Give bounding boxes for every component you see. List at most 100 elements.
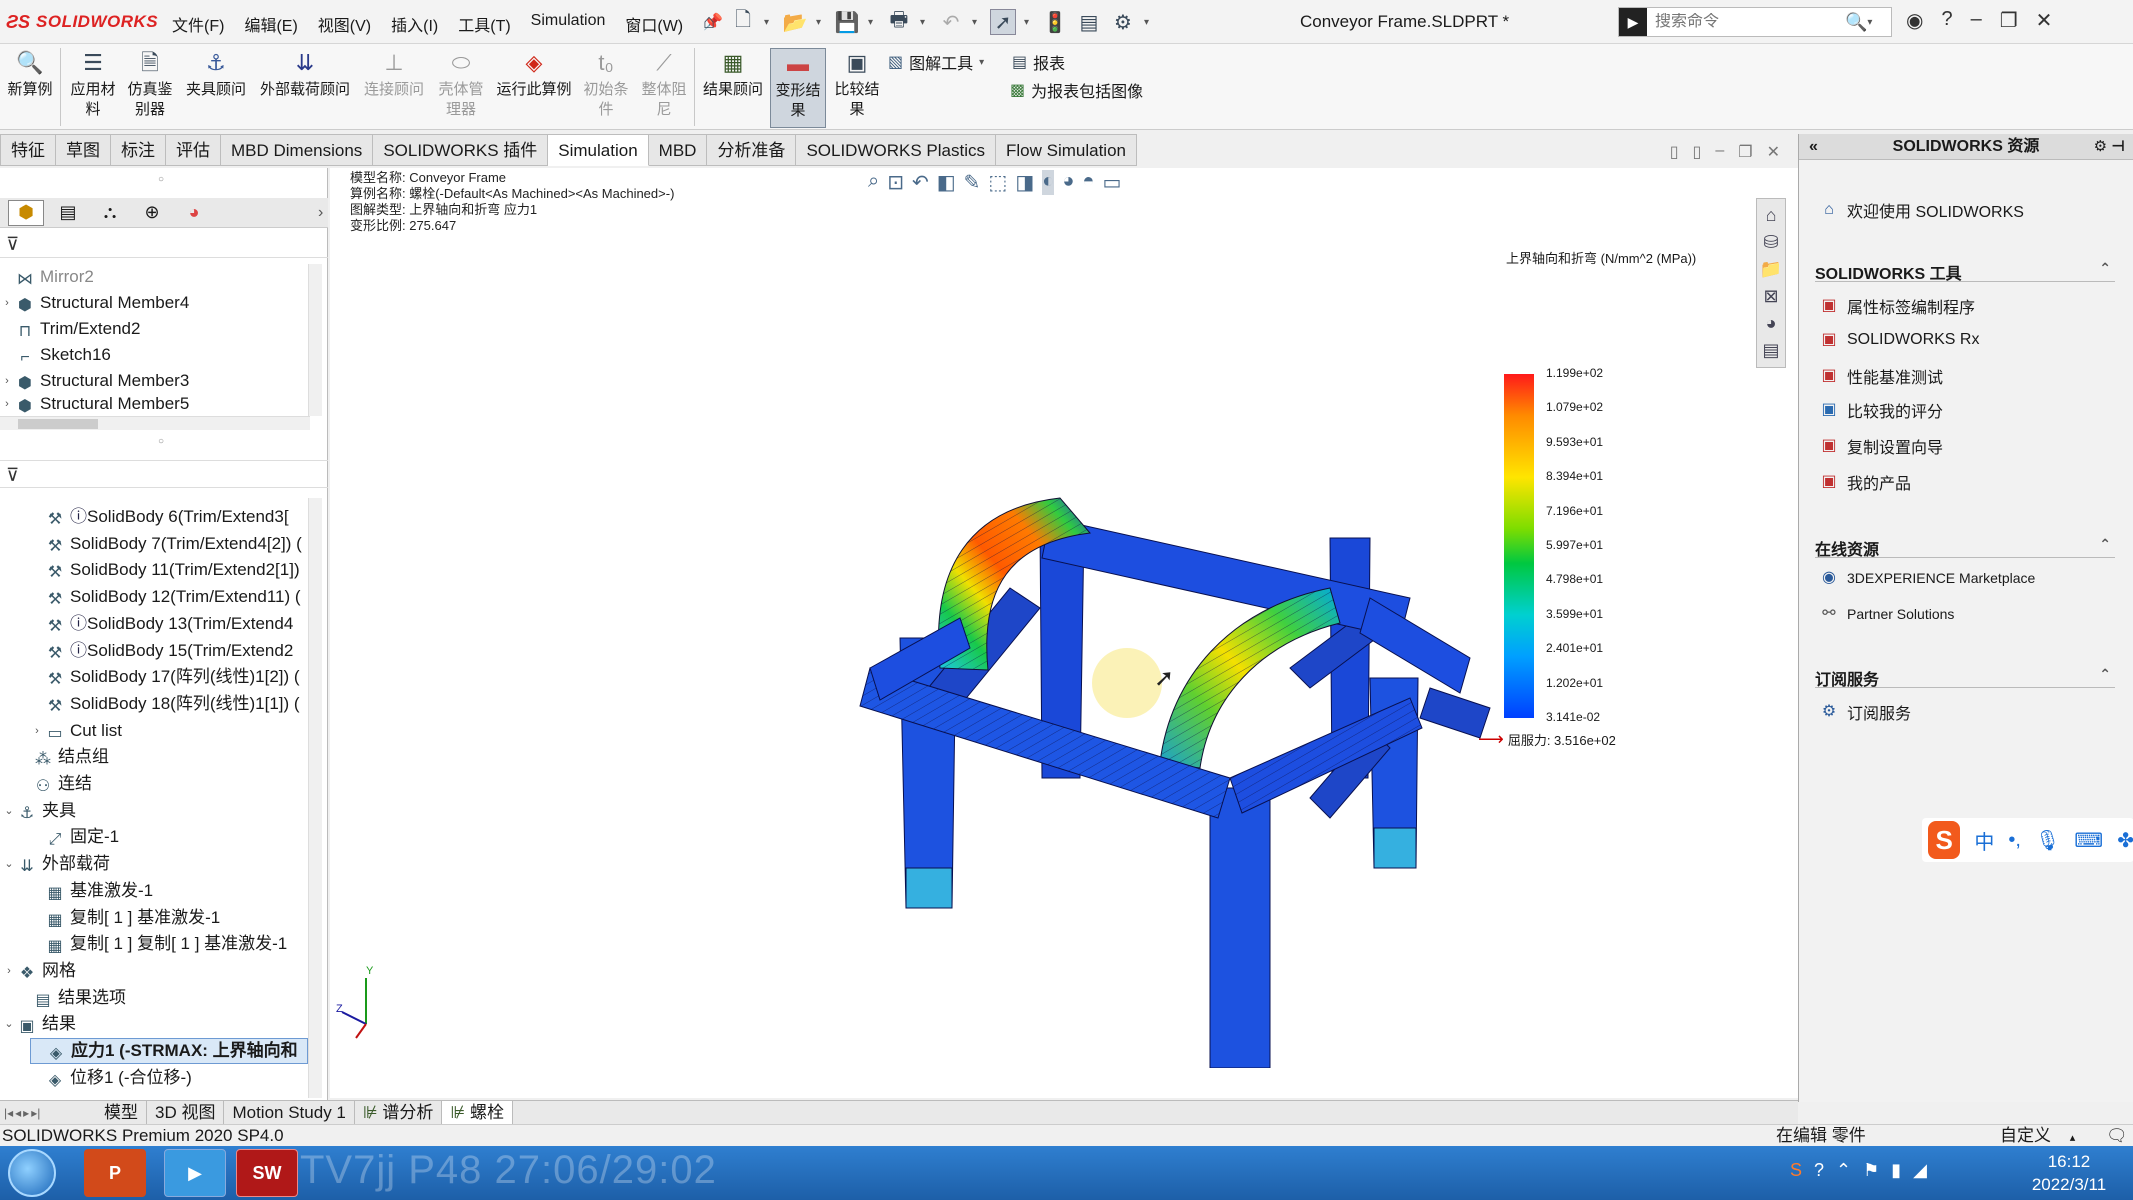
sim-tree-item[interactable]: ◈ 位移1 (-合位移-) xyxy=(30,1065,192,1091)
battery-icon[interactable]: ▮ xyxy=(1891,1160,1901,1181)
expand-icon[interactable]: › xyxy=(2,958,16,984)
menu-insert[interactable]: 插入(I) xyxy=(381,12,448,36)
sim-tree-item[interactable]: ⚒ SolidBody 18(阵列(线性)1[1]) ( xyxy=(30,691,300,717)
sim-tree-item[interactable]: ⚇ 连结 xyxy=(18,771,92,797)
chevron-down-icon[interactable]: ▾ xyxy=(920,17,930,28)
gear-icon[interactable]: ⚙ xyxy=(1110,9,1136,35)
sim-tree-item[interactable]: ▤ 结果选项 xyxy=(18,985,126,1011)
chevron-down-icon[interactable]: ▾ xyxy=(1144,17,1154,28)
user-icon[interactable]: ◉ xyxy=(1906,8,1923,33)
start-button[interactable] xyxy=(8,1149,56,1197)
sim-tree-item[interactable]: ⚒ SolidBody 12(Trim/Extend11) ( xyxy=(30,584,301,610)
tab-scroll-buttons[interactable]: |◂ ◂ ▸ ▸| xyxy=(0,1102,96,1124)
chevron-down-icon[interactable]: ▾ xyxy=(979,57,989,68)
sim-tree-item[interactable]: ◈ 应力1 (-STRMAX: 上界轴向和 xyxy=(30,1038,308,1064)
subscription-section-header[interactable]: 订阅服务 ⌃ xyxy=(1815,666,2115,689)
new-study-button[interactable]: 🔍 新算例 xyxy=(4,48,56,100)
sim-tree-item[interactable]: › ❖ 网格 xyxy=(2,958,76,984)
splitter-handle[interactable]: ○ xyxy=(158,174,164,185)
compare-results-button[interactable]: ▣ 比较结果 xyxy=(830,48,884,120)
partner-solutions-link[interactable]: ⚯ Partner Solutions xyxy=(1819,604,1954,624)
tab-simulation[interactable]: Simulation xyxy=(548,134,649,166)
input-method-toolbar[interactable]: S 中 •, 🎙 ⌨ ✤ xyxy=(1922,818,2133,862)
plot-tools-button[interactable]: ▧ 图解工具 ▾ xyxy=(888,50,989,74)
tool-property-tab-builder[interactable]: ▣ 属性标签编制程序 xyxy=(1819,294,1975,318)
property-manager-icon[interactable]: ▤ xyxy=(50,200,86,226)
tab-sketch[interactable]: 草图 xyxy=(56,134,111,166)
previous-view-icon[interactable]: ↶ xyxy=(912,170,929,195)
tree-item[interactable]: ⊓ Trim/Extend2 xyxy=(0,316,141,342)
tree-item[interactable]: › ⬢ Structural Member4 xyxy=(0,290,189,316)
view-palette-icon[interactable]: ⊠ xyxy=(1763,286,1778,307)
tree-item[interactable]: ⋈ Mirror2 xyxy=(0,264,94,290)
sim-tree-item[interactable]: ⤢ 固定-1 xyxy=(30,824,120,850)
split-view-icon[interactable]: ▯ xyxy=(1693,142,1702,162)
minimize-icon[interactable]: – xyxy=(1715,142,1724,162)
tab-addins[interactable]: SOLIDWORKS 插件 xyxy=(373,134,549,166)
chevron-down-icon[interactable]: ▾ xyxy=(764,17,774,28)
chevron-down-icon[interactable]: ▾ xyxy=(1867,17,1877,28)
initial-conditions-button[interactable]: t₀ 初始条件 xyxy=(580,48,632,120)
view-settings-icon[interactable]: ▭ xyxy=(1103,170,1122,195)
solidworks-app-icon[interactable]: SW xyxy=(236,1149,298,1197)
chevron-up-icon[interactable]: ⌃ xyxy=(2099,536,2111,553)
fixtures-advisor-button[interactable]: ⚓ 夹具顾问 xyxy=(184,48,248,100)
chevron-down-icon[interactable]: ▾ xyxy=(816,17,826,28)
expand-icon[interactable]: ⌄ xyxy=(2,798,16,824)
design-library-icon[interactable]: ⛁ xyxy=(1763,232,1778,253)
hide-show-icon[interactable]: ◐ xyxy=(1042,170,1055,195)
home-icon[interactable]: ⌂ xyxy=(696,9,722,35)
menu-view[interactable]: 视图(V) xyxy=(308,12,381,36)
simulation-identifier-button[interactable]: 🗎 仿真鉴别器 xyxy=(122,48,178,120)
search-input[interactable] xyxy=(1647,13,1837,31)
feature-tree-scrollbar[interactable] xyxy=(308,264,322,416)
ime-apps-icon[interactable]: ✤ xyxy=(2117,828,2133,853)
sogou-ime-icon[interactable]: S xyxy=(1928,821,1961,859)
deformed-result-button[interactable]: ▬ 变形结果 xyxy=(770,48,826,128)
tool-copy-settings-wizard[interactable]: ▣ 复制设置向导 xyxy=(1819,434,1943,458)
zoom-to-fit-icon[interactable]: ⌕ xyxy=(868,170,879,195)
sim-tree-item[interactable]: ⌄ ▣ 结果 xyxy=(2,1011,76,1037)
notifications-icon[interactable]: 🗨 xyxy=(2106,1125,2128,1147)
global-damping-button[interactable]: ⟋ 整体阻尼 xyxy=(638,48,690,120)
feature-tree-icon[interactable]: ⬢ xyxy=(8,199,44,226)
help-icon[interactable]: ? xyxy=(1814,1160,1824,1181)
save-icon[interactable]: 💾 xyxy=(834,9,860,35)
apply-scene-icon[interactable]: ◓ xyxy=(1082,170,1094,195)
tab-mbd[interactable]: MBD xyxy=(648,134,708,166)
custom-properties-icon[interactable]: ▤ xyxy=(1762,340,1779,361)
include-image-button[interactable]: ▩ 为报表包括图像 xyxy=(1010,78,1143,102)
microphone-icon[interactable]: 🎙 xyxy=(2035,828,2060,853)
close-icon[interactable]: ✕ xyxy=(1767,142,1780,162)
shell-manager-button[interactable]: ⬭ 壳体管理器 xyxy=(434,48,488,120)
tab-spectrum-analysis[interactable]: ⊯ 谱分析 xyxy=(355,1100,443,1125)
tree-item[interactable]: ⌐ Sketch16 xyxy=(0,342,111,368)
chevron-up-icon[interactable]: ⌃ xyxy=(2099,260,2111,277)
chevron-down-icon[interactable]: ▾ xyxy=(972,17,982,28)
previous-tab-icon[interactable]: ◂ xyxy=(15,1106,21,1120)
sim-tree-item[interactable]: ⚒ SolidBody 17(阵列(线性)1[2]) ( xyxy=(30,664,300,690)
sim-tree-item[interactable]: ⌄ ⚓ 夹具 xyxy=(2,798,76,824)
powerpoint-app-icon[interactable]: P xyxy=(84,1149,146,1197)
dimxpert-icon[interactable]: ⊕ xyxy=(134,200,170,226)
menu-edit[interactable]: 编辑(E) xyxy=(234,12,307,36)
tool-compare-score[interactable]: ▣ 比较我的评分 xyxy=(1819,398,1943,422)
tab-mbd-dimensions[interactable]: MBD Dimensions xyxy=(221,134,374,166)
sim-tree-item[interactable]: ▦ 基准激发-1 xyxy=(30,878,153,904)
tool-my-products[interactable]: ▣ 我的产品 xyxy=(1819,470,1911,494)
restore-icon[interactable]: ❐ xyxy=(2000,8,2018,33)
tab-analysis-prep[interactable]: 分析准备 xyxy=(707,134,797,166)
search-icon[interactable]: 🔍 xyxy=(1845,12,1867,33)
split-view-icon[interactable]: ▯ xyxy=(1670,142,1679,162)
tab-motion-study[interactable]: Motion Study 1 xyxy=(224,1100,355,1125)
select-pointer-icon[interactable]: ➚ xyxy=(990,9,1016,35)
traffic-light-icon[interactable]: 🚦 xyxy=(1042,9,1068,35)
tools-section-header[interactable]: SOLIDWORKS 工具 ⌃ xyxy=(1815,260,2115,283)
solidworks-logo[interactable]: ƧS SOLIDWORKS xyxy=(6,10,158,34)
tab-plastics[interactable]: SOLIDWORKS Plastics xyxy=(796,134,996,166)
first-tab-icon[interactable]: |◂ xyxy=(4,1106,13,1120)
sim-tree-item[interactable]: ⚒ ⓘ SolidBody 15(Trim/Extend2 xyxy=(30,638,293,664)
tab-evaluate[interactable]: 评估 xyxy=(166,134,221,166)
connections-advisor-button[interactable]: ⊥ 连接顾问 xyxy=(360,48,428,100)
chevron-down-icon[interactable]: ▾ xyxy=(868,17,878,28)
